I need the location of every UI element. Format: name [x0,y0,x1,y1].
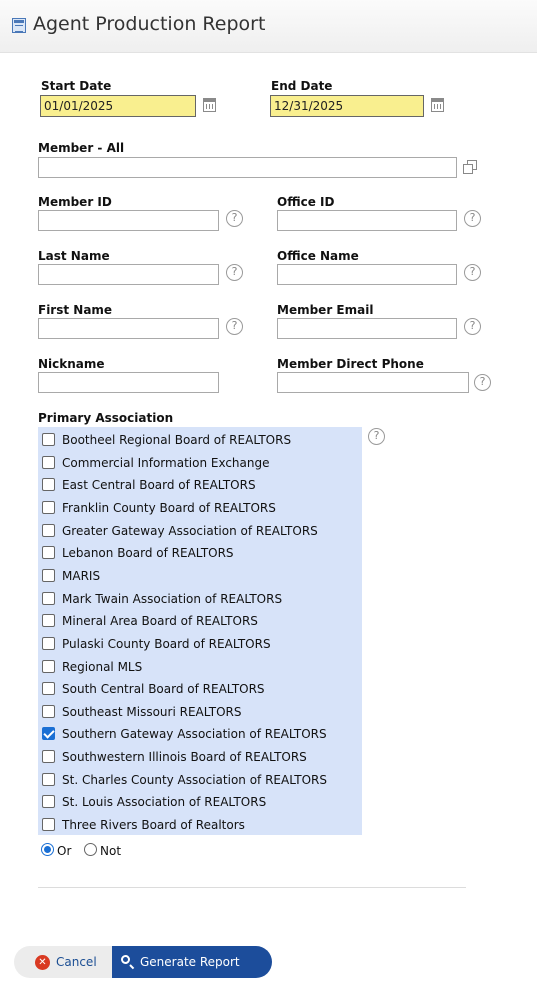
association-label: Southern Gateway Association of REALTORS [62,727,327,742]
association-label: St. Louis Association of REALTORS [62,795,267,810]
association-label: Mark Twain Association of REALTORS [62,591,283,606]
association-checkbox[interactable] [42,818,55,832]
association-label: Mineral Area Board of REALTORS [62,614,258,629]
generate-report-label: Generate Report [140,955,240,969]
end-date-input[interactable] [270,95,424,117]
member-direct-phone-input[interactable] [277,372,469,393]
start-date-input[interactable] [40,95,196,117]
title-bar: Agent Production Report [0,0,537,53]
association-label: Lebanon Board of REALTORS [62,546,234,561]
association-label: Three Rivers Board of Realtors [62,818,245,833]
last-name-label: Last Name [38,249,110,263]
member-picker-icon[interactable] [463,160,478,175]
association-checkbox[interactable] [42,455,55,469]
association-checkbox[interactable] [42,772,55,786]
calendar-icon[interactable] [203,98,216,112]
association-label: Pulaski County Board of REALTORS [62,636,271,651]
cancel-icon: ✕ [35,955,50,970]
association-checkbox[interactable] [42,659,55,673]
association-label: St. Charles County Association of REALTO… [62,772,327,787]
association-label: Franklin County Board of REALTORS [62,500,276,515]
help-icon[interactable]: ? [226,210,243,227]
office-id-input[interactable] [277,210,457,231]
report-icon [12,18,26,33]
end-date-label: End Date [271,79,333,93]
association-checkbox[interactable] [42,591,55,605]
primary-association-label: Primary Association [38,411,174,425]
nickname-input[interactable] [38,372,219,393]
association-label: Greater Gateway Association of REALTORS [62,523,318,538]
office-id-label: Office ID [277,195,335,209]
help-icon[interactable]: ? [226,264,243,281]
association-checkbox[interactable] [42,682,55,696]
association-label: Commercial Information Exchange [62,455,270,470]
association-list: Bootheel Regional Board of REALTORS Comme… [38,427,362,835]
help-icon[interactable]: ? [464,210,481,227]
member-all-input[interactable] [38,157,457,178]
member-id-label: Member ID [38,195,112,209]
office-name-label: Office Name [277,249,359,263]
help-icon[interactable]: ? [474,374,491,391]
association-checkbox[interactable] [42,727,55,741]
association-label: Regional MLS [62,659,143,674]
association-checkbox[interactable] [42,433,55,446]
first-name-label: First Name [38,303,113,317]
radio-not[interactable] [84,843,97,856]
association-checkbox[interactable] [42,500,55,514]
radio-not-label: Not [100,844,122,858]
association-label: MARIS [62,568,101,583]
cancel-button[interactable]: ✕ Cancel [14,946,112,978]
association-checkbox[interactable] [42,795,55,809]
office-name-input[interactable] [277,264,457,285]
generate-report-button[interactable]: Generate Report [112,946,272,978]
first-name-input[interactable] [38,318,219,339]
association-checkbox[interactable] [42,636,55,650]
search-icon [121,955,130,964]
calendar-icon[interactable] [431,98,444,112]
member-email-label: Member Email [277,303,374,317]
member-id-input[interactable] [38,210,219,231]
help-icon[interactable]: ? [464,318,481,335]
last-name-input[interactable] [38,264,219,285]
member-direct-phone-label: Member Direct Phone [277,357,424,371]
cancel-button-label: Cancel [56,955,97,969]
association-checkbox[interactable] [42,523,55,537]
page-title: Agent Production Report [33,13,266,35]
help-icon[interactable]: ? [368,428,385,445]
association-label: East Central Board of REALTORS [62,478,256,493]
association-checkbox[interactable] [42,546,55,560]
association-label: Bootheel Regional Board of REALTORS [62,433,292,447]
radio-or-label: Or [57,844,72,858]
association-label: South Central Board of REALTORS [62,682,265,697]
radio-or[interactable] [41,843,54,856]
nickname-label: Nickname [38,357,105,371]
association-label: Southwestern Illinois Board of REALTORS [62,750,307,765]
help-icon[interactable]: ? [464,264,481,281]
association-checkbox[interactable] [42,614,55,628]
member-all-label: Member - All [38,141,125,155]
association-checkbox[interactable] [42,704,55,718]
association-checkbox[interactable] [42,478,55,492]
member-email-input[interactable] [277,318,457,339]
association-checkbox[interactable] [42,568,55,582]
help-icon[interactable]: ? [226,318,243,335]
association-label: Southeast Missouri REALTORS [62,704,242,719]
divider [38,887,466,888]
association-checkbox[interactable] [42,750,55,764]
start-date-label: Start Date [41,79,112,93]
